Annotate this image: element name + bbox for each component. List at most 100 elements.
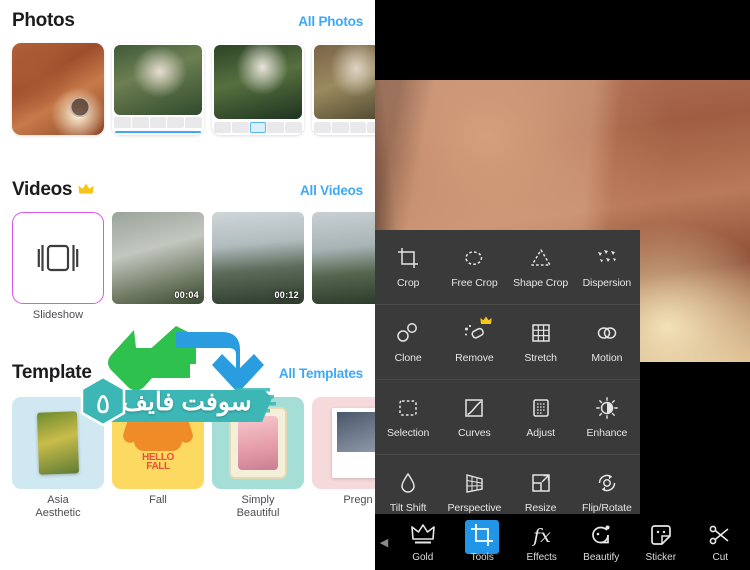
video-thumbnail[interactable]	[312, 212, 375, 304]
nav-item-cutout[interactable]: Cut	[691, 514, 750, 570]
toolstrip-cell	[167, 117, 185, 128]
photo-thumbnail[interactable]	[12, 43, 104, 135]
video-thumbnail[interactable]: 00:12	[212, 212, 304, 304]
template-thumbnail[interactable]	[12, 397, 104, 489]
scissors-icon	[709, 525, 729, 544]
video-thumbnail[interactable]: 00:04	[112, 212, 204, 304]
tool-label: Shape Crop	[513, 276, 569, 289]
videos-section-header: Videos All Videos	[0, 179, 375, 201]
templates-section-header: Template All Templates	[0, 362, 375, 384]
nav-scroll-left-icon[interactable]: ◀	[375, 536, 393, 549]
tool-remove[interactable]: Remove	[441, 305, 507, 379]
tool-shape-crop[interactable]: Shape Crop	[508, 230, 574, 304]
slideshow-icon	[37, 244, 79, 272]
stretch-icon	[531, 323, 550, 342]
shape-crop-icon	[530, 248, 551, 266]
toolstrip-cell	[285, 121, 302, 133]
toolstrip-cell-selected	[249, 121, 267, 133]
photo-thumbnail[interactable]	[112, 43, 204, 135]
nav-label: Cut	[712, 551, 729, 563]
watermark-text: سوفت فايف	[122, 388, 252, 416]
template-art	[36, 411, 80, 475]
nav-item-sticker[interactable]: Sticker	[631, 514, 691, 570]
tool-label: Remove	[455, 351, 494, 364]
nav-item-gold[interactable]: Gold	[393, 514, 453, 570]
face-icon	[592, 525, 610, 543]
template-art-text-2: FALL	[146, 461, 170, 472]
all-videos-link[interactable]: All Videos	[300, 183, 363, 198]
template-cell[interactable]: Pregn	[312, 397, 375, 520]
photo-thumbnail[interactable]	[212, 43, 304, 135]
photos-title: Photos	[12, 10, 75, 31]
nav-label: Gold	[412, 551, 434, 563]
perspective-icon	[466, 473, 484, 493]
tool-label: Dispersion	[582, 276, 632, 289]
videos-title: Videos	[12, 179, 94, 201]
tool-motion[interactable]: Motion	[574, 305, 640, 379]
toolstrip-cell	[131, 117, 149, 128]
template-thumbnail[interactable]	[312, 397, 375, 489]
tool-dispersion[interactable]: Dispersion	[574, 230, 640, 304]
toolstrip-cell	[267, 121, 285, 133]
photo-progress-bar	[115, 130, 201, 133]
tool-label: Adjust	[526, 426, 555, 439]
motion-icon	[597, 326, 617, 339]
flip-rotate-icon	[598, 474, 616, 491]
tool-crop[interactable]: Crop	[375, 230, 441, 304]
template-label: Fall	[149, 494, 167, 506]
toolstrip-cell	[149, 117, 167, 128]
videos-rail[interactable]: Slideshow 00:04 00:12	[0, 212, 375, 322]
tool-label: Stretch	[524, 351, 557, 364]
tools-row: Selection Curves Adjust Enhance	[375, 380, 640, 455]
dispersion-icon	[597, 249, 616, 262]
tool-label: Resize	[524, 501, 557, 514]
enhance-icon	[595, 396, 618, 419]
templates-title: Template	[12, 362, 92, 383]
video-duration: 00:12	[274, 290, 299, 300]
pro-crown-icon	[480, 316, 493, 328]
toolstrip-cell	[214, 121, 231, 133]
nav-label: Effects	[526, 551, 557, 563]
toolstrip-cell	[367, 121, 375, 133]
tool-selection[interactable]: Selection	[375, 380, 441, 454]
crown-icon	[78, 183, 94, 198]
editor-panel: Crop Free Crop Shape Crop Dispersion Clo…	[375, 0, 750, 570]
photos-section-header: Photos All Photos	[0, 10, 375, 32]
nav-item-beautify[interactable]: Beautify	[572, 514, 632, 570]
tool-stretch[interactable]: Stretch	[508, 305, 574, 379]
free-crop-icon	[465, 250, 483, 265]
tool-adjust[interactable]: Adjust	[508, 380, 574, 454]
photo-toolstrip	[212, 119, 304, 135]
crop-icon	[471, 523, 494, 546]
sweater-icon	[134, 415, 182, 451]
tool-label: Tilt Shift	[389, 501, 427, 514]
nav-label: Beautify	[583, 551, 620, 563]
toolstrip-cell	[349, 121, 367, 133]
photos-rail[interactable]	[0, 43, 375, 135]
slideshow-label: Slideshow	[32, 309, 84, 321]
photo-image	[114, 45, 202, 115]
template-label: Pregn	[343, 494, 373, 506]
nav-item-tools[interactable]: Tools	[453, 514, 513, 570]
tools-row: Clone Remove Stretch Motion	[375, 305, 640, 380]
tool-label: Motion	[591, 351, 623, 364]
tool-enhance[interactable]: Enhance	[574, 380, 640, 454]
template-art: HELLO FALL	[134, 415, 182, 472]
tool-label: Crop	[396, 276, 420, 289]
curves-icon	[465, 398, 484, 417]
toolstrip-cell	[331, 121, 349, 133]
nav-item-effects[interactable]: fx Effects	[512, 514, 572, 570]
tool-label: Flip/Rotate	[582, 501, 632, 514]
photo-thumbnail[interactable]	[312, 43, 375, 135]
all-photos-link[interactable]: All Photos	[298, 14, 363, 29]
tool-label: Free Crop	[451, 276, 498, 289]
slideshow-button[interactable]	[12, 212, 104, 304]
template-art-photo	[238, 416, 278, 470]
template-cell[interactable]: Asia Aesthetic	[12, 397, 104, 520]
tool-curves[interactable]: Curves	[441, 380, 507, 454]
tool-clone[interactable]: Clone	[375, 305, 441, 379]
all-templates-link[interactable]: All Templates	[279, 366, 363, 381]
slideshow-cell[interactable]: Slideshow	[12, 212, 104, 322]
tool-free-crop[interactable]: Free Crop	[441, 230, 507, 304]
toolstrip-cell	[314, 121, 331, 133]
